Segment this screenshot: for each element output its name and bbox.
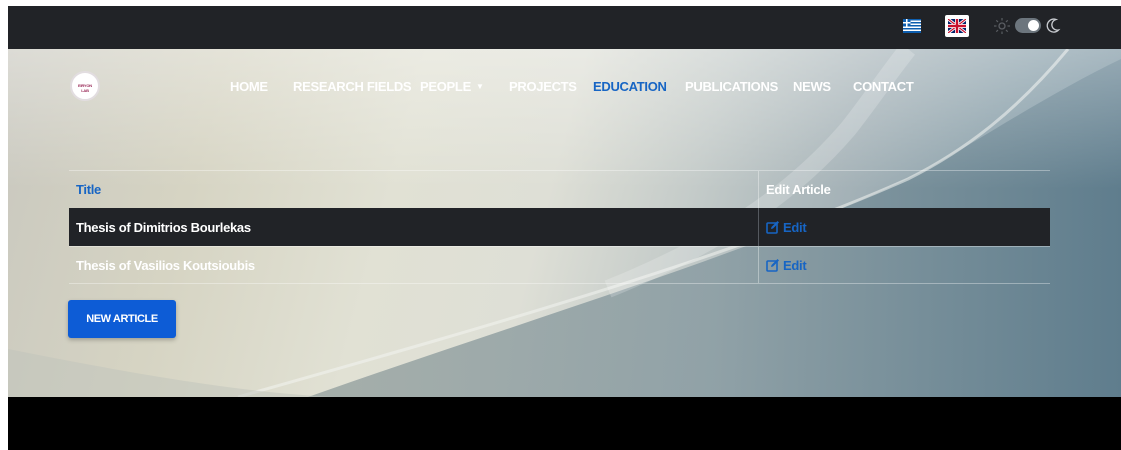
nav-home[interactable]: HOME [230,79,268,94]
edit-label: Edit [783,257,807,273]
nav-publications[interactable]: PUBLICATIONS [685,79,778,94]
edit-link[interactable]: Edit [766,247,807,283]
hero-section: EIRYON LAB HOME RESEARCH FIELDS PEOPLE ▼ … [8,49,1121,397]
edit-link[interactable]: Edit [766,208,807,246]
table-row: Thesis of Vasilios Koutsioubis Edit [69,246,1050,284]
theme-toggle[interactable] [1015,18,1041,33]
column-header-title: Title [76,182,101,197]
greek-flag-icon[interactable] [903,19,921,33]
toggle-knob [1028,20,1039,31]
table-row: Thesis of Dimitrios Bourlekas Edit [69,208,1050,246]
new-article-button[interactable]: NEW ARTICLE [68,300,176,338]
edit-icon [766,221,779,234]
nav-research-fields[interactable]: RESEARCH FIELDS [293,79,412,94]
uk-flag-icon [948,19,966,33]
nav-news[interactable]: NEWS [793,79,831,94]
table-header-row: Title Edit Article [69,170,1050,208]
column-divider [758,171,759,208]
english-language-button[interactable] [945,15,969,37]
column-divider [758,208,759,246]
moon-icon [1046,18,1061,33]
nav-people-label: PEOPLE [420,79,471,94]
chevron-down-icon: ▼ [475,82,484,91]
footer [8,397,1121,450]
nav-people[interactable]: PEOPLE ▼ [420,79,484,94]
column-divider [758,247,759,283]
column-header-edit: Edit Article [766,182,831,197]
nav-contact[interactable]: CONTACT [853,79,914,94]
nav-projects[interactable]: PROJECTS [509,79,577,94]
top-bar [8,6,1121,49]
articles-table: Title Edit Article Thesis of Dimitrios B… [69,170,1050,284]
nav-education[interactable]: EDUCATION [593,79,667,94]
edit-label: Edit [783,219,807,235]
article-title[interactable]: Thesis of Vasilios Koutsioubis [76,247,255,283]
edit-icon [766,259,779,272]
sun-icon [994,18,1010,34]
main-navigation: HOME RESEARCH FIELDS PEOPLE ▼ PROJECTS ED… [8,79,1121,99]
article-title[interactable]: Thesis of Dimitrios Bourlekas [76,208,251,246]
